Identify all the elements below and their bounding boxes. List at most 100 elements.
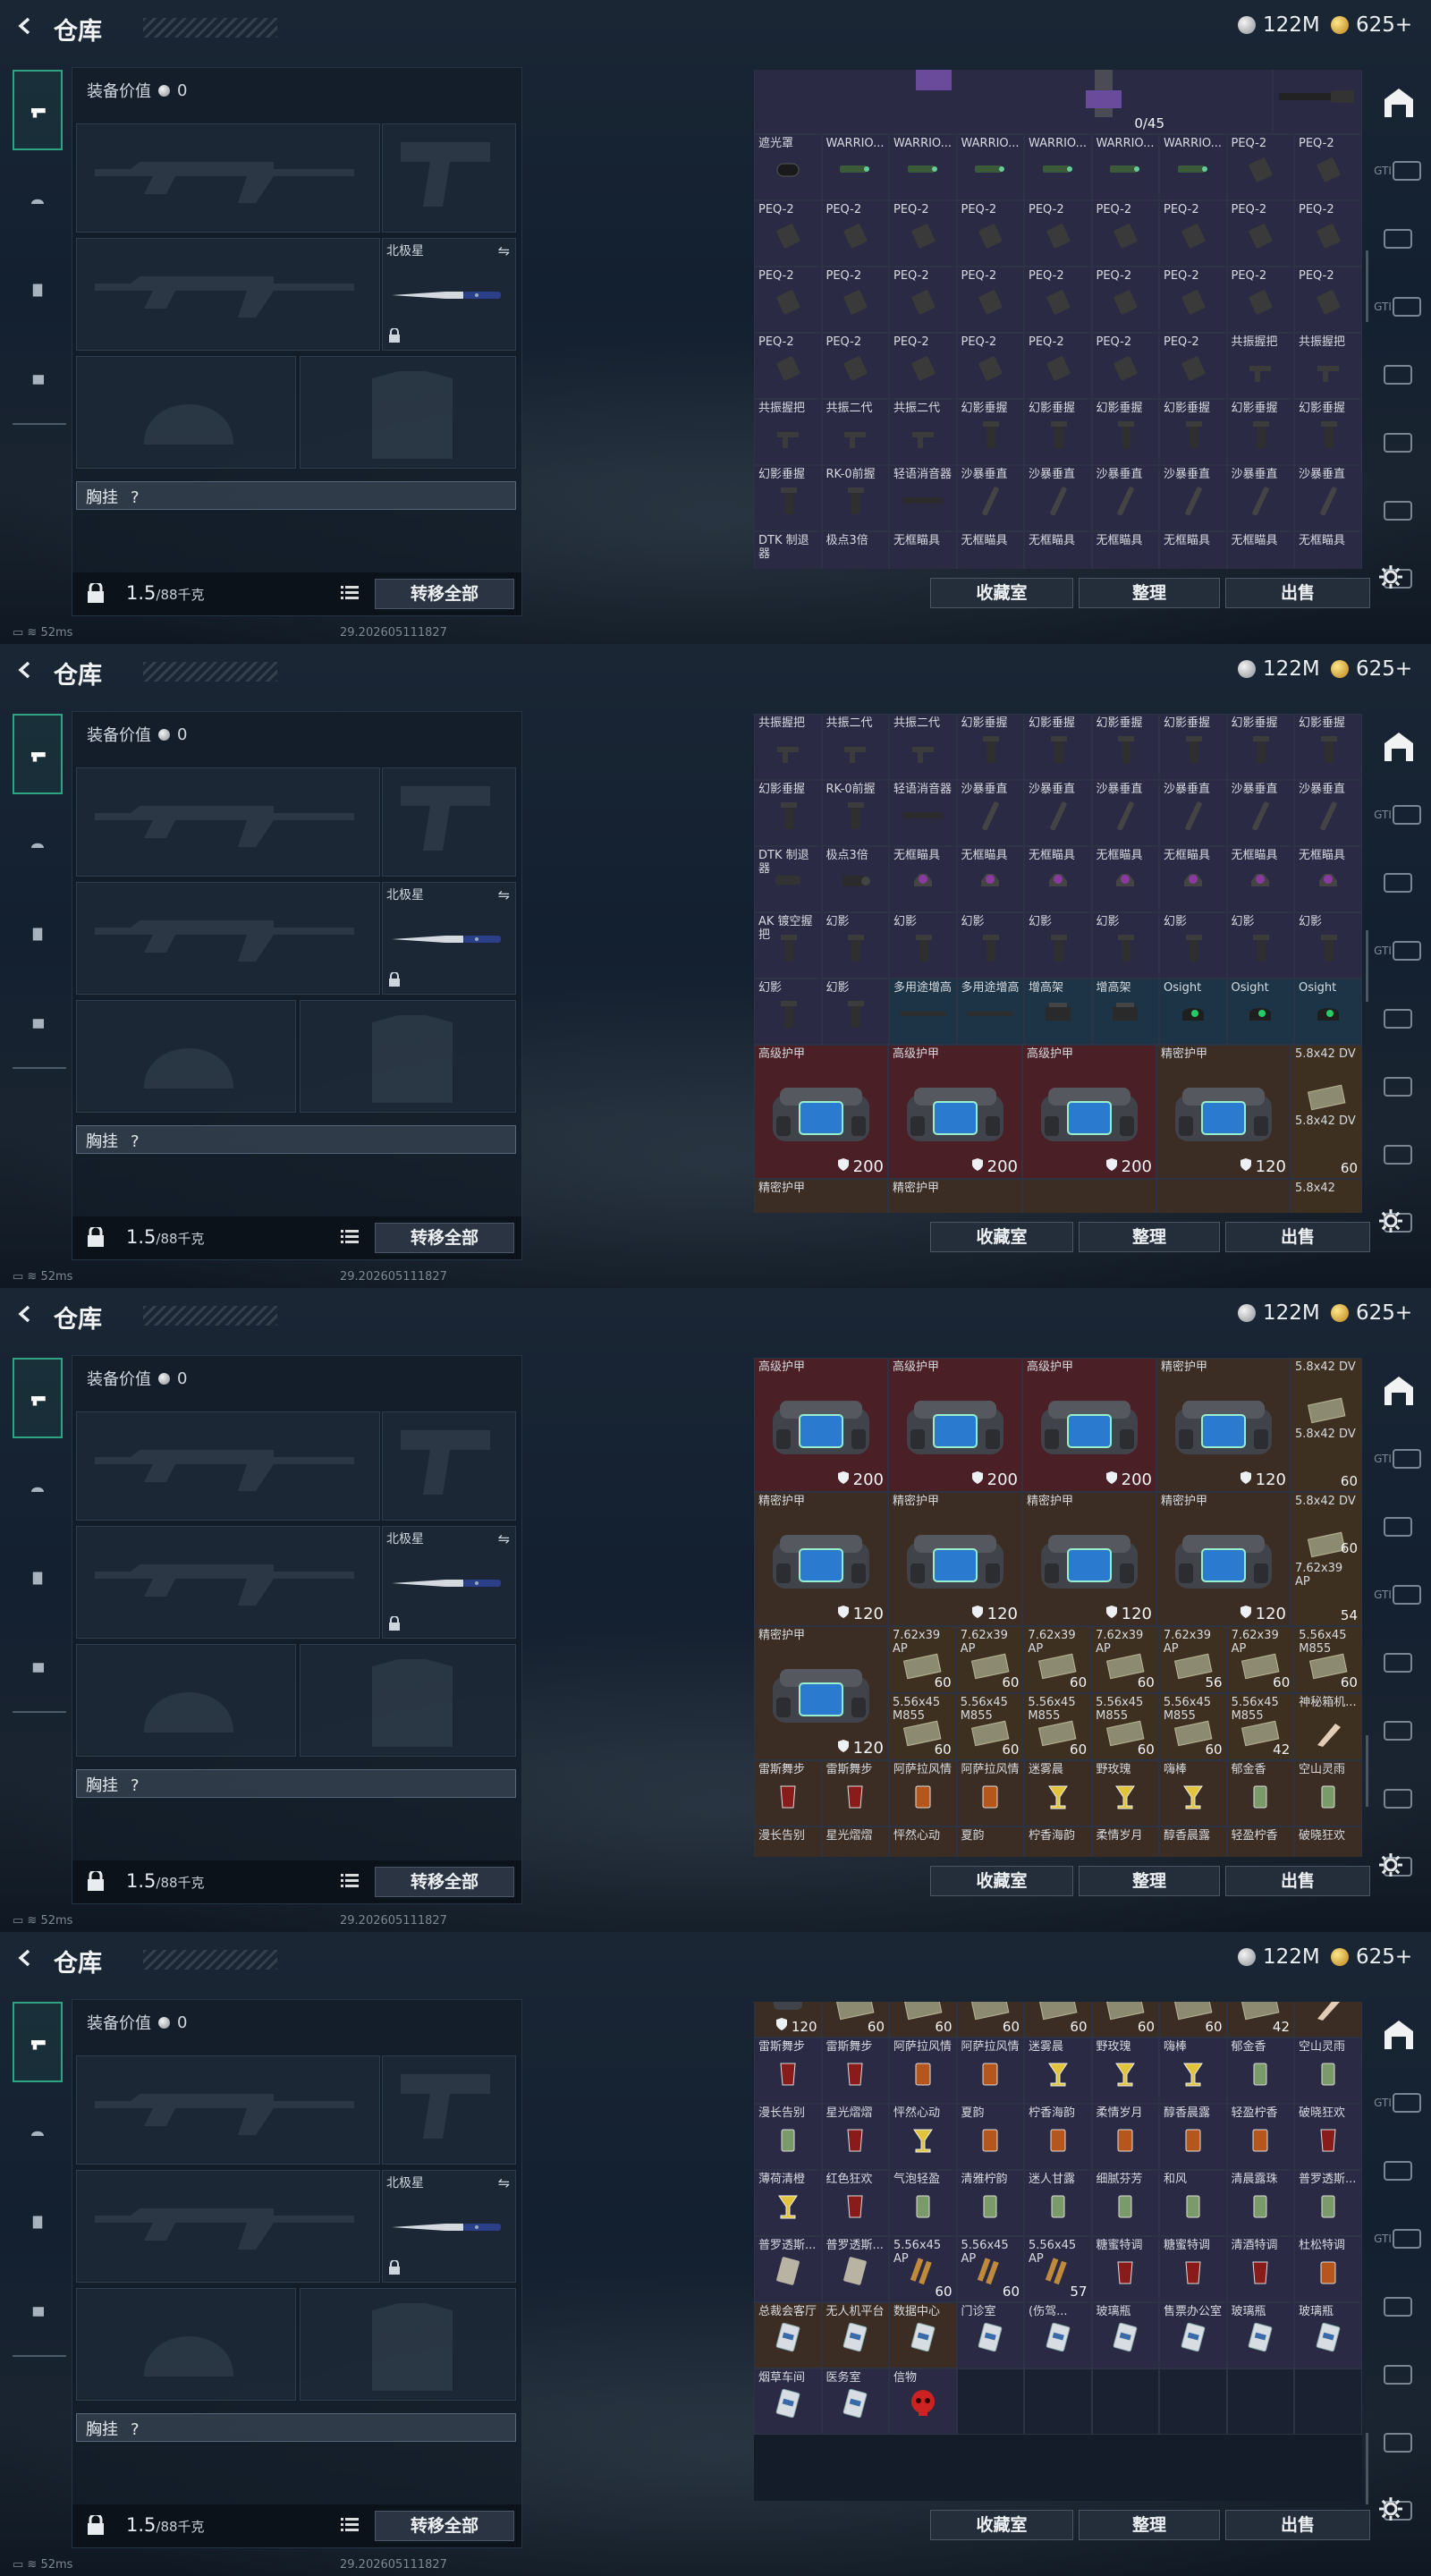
item-cell[interactable]: 破晓狂欢 — [1294, 1826, 1362, 1857]
item-cell[interactable]: 沙暴垂直 — [956, 465, 1024, 531]
item-cell[interactable]: 5.56x45 M85560 — [821, 2002, 889, 2038]
base-home-icon[interactable] — [1372, 2004, 1426, 2066]
item-cell[interactable]: 阿萨拉风情 — [956, 2038, 1024, 2104]
nav-vest[interactable] — [13, 249, 63, 329]
item-cell[interactable]: 气泡轻盈 — [889, 2170, 957, 2236]
item-cell[interactable]: 医务室 — [821, 2368, 889, 2435]
item-cell[interactable]: 醇香晨露 — [1159, 1826, 1227, 1857]
item-cell[interactable]: 红色狂欢 — [821, 2170, 889, 2236]
item-cell[interactable]: PEQ-2 — [1294, 267, 1362, 333]
item-cell[interactable]: 5.56x45 AP 57 — [1024, 2236, 1092, 2302]
item-cell[interactable]: 5.56x45 AP 60 — [956, 2236, 1024, 2302]
item-cell[interactable]: 5.8x42 DV 54 7.62x39 AP 60 — [1291, 1492, 1362, 1626]
sort-button[interactable]: 整理 — [1079, 578, 1220, 608]
item-cell[interactable]: 清酒特调 — [1226, 2236, 1294, 2302]
nav-helmet[interactable] — [13, 2091, 63, 2172]
item-cell[interactable]: 幻影垂握 — [956, 399, 1024, 465]
item-cell[interactable]: 售票办公室 — [1159, 2302, 1227, 2368]
item-cell[interactable]: WARRIO... — [1024, 134, 1092, 200]
gold-currency[interactable]: 625+ — [1331, 13, 1412, 37]
item-cell[interactable]: 高级护甲 200 — [754, 1045, 888, 1179]
item-cell[interactable] — [1226, 2368, 1294, 2435]
item-cell[interactable] — [956, 2368, 1024, 2435]
item-cell[interactable]: PEQ-2 — [1091, 267, 1159, 333]
nav-vest[interactable] — [13, 1537, 63, 1617]
item-cell[interactable]: 无框瞄具 — [1226, 531, 1294, 569]
item-cell[interactable]: 杜松特调 — [1294, 2236, 1362, 2302]
item-cell[interactable]: 沙暴垂直 — [1159, 465, 1227, 531]
item-cell[interactable]: 神秘箱机... — [1294, 2002, 1362, 2038]
item-cell[interactable]: 幻影 — [1226, 912, 1294, 979]
item-cell[interactable]: (伤驾... — [1024, 2302, 1092, 2368]
item-cell[interactable]: 5.56x45 M85560 — [1023, 1693, 1092, 1760]
item-cell[interactable]: 高级护甲 200 — [754, 1358, 888, 1492]
chest-rig-header[interactable]: 胸挂? — [76, 1769, 516, 1798]
container-slot-2[interactable] — [1372, 2140, 1426, 2202]
item-cell[interactable]: 5.8x42 DV 60 5.8x42 DV — [1291, 1358, 1362, 1492]
item-cell[interactable]: 共振握把 — [1294, 333, 1362, 399]
item-cell[interactable]: 夏韵 — [956, 2104, 1024, 2170]
item-cell[interactable] — [1159, 2368, 1227, 2435]
item-cell[interactable]: PEQ-2 — [1159, 333, 1227, 399]
item-cell[interactable]: PEQ-2 — [1294, 134, 1362, 200]
item-cell[interactable]: 沙暴垂直 — [1294, 465, 1362, 531]
item-cell[interactable]: 遮光罩 — [754, 134, 822, 200]
item-cell[interactable]: 轻盈柠香 — [1226, 1826, 1294, 1857]
item-cell[interactable]: 星光熠熠 — [821, 1826, 889, 1857]
item-cell[interactable]: 5.56x45 M85560 — [1024, 2002, 1092, 2038]
swap-arrows-icon[interactable]: ⇋ — [498, 242, 510, 259]
item-cell[interactable]: VSS 海镜长枪管 — [1273, 70, 1362, 134]
item-cell[interactable]: 嗨棒 — [1159, 1760, 1227, 1826]
item-cell[interactable]: 沙暴垂直 — [1294, 780, 1362, 846]
item-cell[interactable]: RK-0前握 — [821, 780, 889, 846]
container-slot-6[interactable] — [1372, 1767, 1426, 1830]
settings-gear-icon[interactable] — [1377, 1208, 1408, 1238]
nav-backpack[interactable] — [13, 1626, 63, 1707]
item-cell[interactable]: 沙暴垂直 — [1091, 780, 1159, 846]
container-slot-2[interactable] — [1372, 208, 1426, 270]
item-cell[interactable]: 幻影垂握 — [1091, 399, 1159, 465]
container-slot-2[interactable] — [1372, 852, 1426, 914]
chest-rig-header[interactable]: 胸挂? — [76, 481, 516, 510]
item-cell[interactable]: PEQ-2 — [1091, 200, 1159, 267]
item-cell[interactable]: WARRIO... — [1159, 134, 1227, 200]
storage-scrollbar[interactable] — [1366, 250, 1368, 322]
item-cell[interactable]: 多用途增高 — [889, 979, 957, 1045]
container-slot-5[interactable] — [1372, 1699, 1426, 1762]
item-cell[interactable]: 雷斯舞步 — [821, 1760, 889, 1826]
item-cell[interactable]: 沙暴垂直 — [1024, 465, 1092, 531]
body-armor-slot[interactable] — [300, 1000, 516, 1113]
list-icon[interactable] — [341, 1873, 359, 1889]
item-cell[interactable]: 幻影垂握 — [1294, 399, 1362, 465]
transfer-all-button[interactable]: 转移全部 — [375, 2511, 514, 2541]
container-slot-3[interactable]: GTI — [1372, 919, 1426, 982]
item-cell[interactable]: 精密护甲 — [888, 1179, 1022, 1213]
item-cell[interactable]: 无框瞄具 — [1226, 846, 1294, 912]
item-cell[interactable]: 5.56x45 M85560 — [1091, 2002, 1159, 2038]
pistol-slot[interactable] — [382, 2055, 516, 2165]
item-cell[interactable]: 轻语消音器 — [889, 780, 957, 846]
item-cell[interactable]: 柠香海韵 — [1024, 1826, 1092, 1857]
item-cell[interactable]: 共振握把 — [1226, 333, 1294, 399]
item-cell[interactable]: 幻影 — [1294, 912, 1362, 979]
item-cell[interactable]: 野玫瑰 — [1091, 1760, 1159, 1826]
base-home-icon[interactable] — [1372, 72, 1426, 134]
item-cell[interactable]: 无框瞄具 — [889, 846, 957, 912]
item-cell[interactable]: PEQ-2 — [956, 200, 1024, 267]
item-cell[interactable]: 5.56x45 M85560 — [888, 1693, 956, 1760]
item-cell[interactable]: 极点3倍 — [821, 531, 889, 569]
back-arrow-icon[interactable] — [16, 17, 34, 35]
item-cell[interactable]: PEQ-2 — [889, 200, 957, 267]
item-cell[interactable]: PEQ-2 — [1226, 134, 1294, 200]
item-cell[interactable]: 高级护甲 200 — [1022, 1045, 1156, 1179]
container-slot-3[interactable]: GTI — [1372, 275, 1426, 338]
nav-backpack[interactable] — [13, 2270, 63, 2351]
item-cell[interactable]: WARRIO... — [1091, 134, 1159, 200]
gold-currency[interactable]: 625+ — [1331, 1301, 1412, 1325]
collection-room-button[interactable]: 收藏室 — [930, 1222, 1073, 1252]
secondary-weapon-slot[interactable] — [76, 238, 380, 351]
item-cell[interactable]: 共振握把 — [754, 399, 822, 465]
storage-scrollbar[interactable] — [1366, 1735, 1368, 1807]
helmet-slot[interactable] — [76, 1644, 296, 1757]
item-cell[interactable]: 沙暴垂直 — [1226, 780, 1294, 846]
